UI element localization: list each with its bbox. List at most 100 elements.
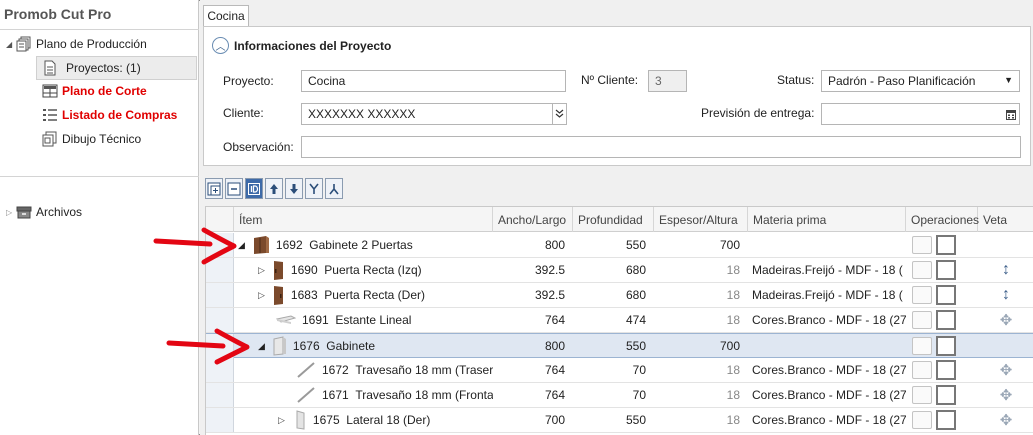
id-toggle-button[interactable] [245,178,263,199]
calendar-icon[interactable] [1006,109,1016,123]
item-id: 1691 [302,313,329,327]
table-row[interactable]: ▷ 1675 Lateral 18 (Der) 700 550 18 Cores… [206,408,1033,433]
header-profundidad[interactable]: Profundidad [573,207,654,232]
operation-edge-icon[interactable] [912,361,932,379]
table-row[interactable]: 1672 Travesaño 18 mm (Trasero 764 70 18 … [206,358,1033,383]
any-grain-icon[interactable]: ✥ [978,308,1033,332]
operation-edge-icon[interactable] [912,286,932,304]
list-icon [42,107,58,123]
status-value: Padrón - Paso Planificación [828,74,976,88]
tree-archivos[interactable]: ▷ Archivos [6,201,82,223]
any-grain-icon[interactable]: ✥ [978,383,1033,407]
row-handle[interactable] [206,383,234,407]
operation-edge-icon[interactable] [912,337,932,355]
header-item[interactable]: Ítem [234,207,493,232]
espesor-cell: 18 [726,313,740,327]
row-handle[interactable] [206,283,234,307]
ncliente-label: Nº Cliente: [581,73,639,87]
expand-triangle-icon[interactable]: ▷ [258,290,265,301]
header-espesor[interactable]: Espesor/Altura [654,207,748,232]
prevision-date-input[interactable] [821,103,1020,125]
operation-face-icon[interactable] [936,360,956,380]
tree-item-label: Plano de Corte [62,84,147,98]
door-icon [273,285,285,305]
operation-edge-icon[interactable] [912,236,932,254]
operation-edge-icon[interactable] [912,261,932,279]
veta-cell[interactable] [978,334,1033,358]
profundidad-cell: 680 [625,263,646,277]
cabinet-icon [252,235,270,255]
expand-triangle-icon[interactable]: ▷ [258,265,265,276]
operation-face-icon[interactable] [936,260,956,280]
operation-face-icon[interactable] [936,385,956,405]
header-operaciones[interactable]: Operaciones [906,207,979,232]
collapse-chevron-icon[interactable]: ︿ [212,37,229,54]
ancho-cell: 800 [544,238,565,252]
expand-triangle-icon[interactable]: ▷ [6,208,16,217]
app-title: Promob Cut Pro [4,6,112,22]
table-row[interactable]: 1671 Travesaño 18 mm (Frontal 764 70 18 … [206,383,1033,408]
ancho-cell: 800 [544,339,565,353]
tree-item-dibujo-tecnico[interactable]: Dibujo Técnico [42,128,141,150]
operation-face-icon[interactable] [936,235,956,255]
ncliente-input: 3 [648,70,687,92]
veta-cell[interactable] [978,233,1033,257]
any-grain-icon[interactable]: ✥ [978,408,1033,432]
operation-edge-icon[interactable] [912,411,932,429]
table-row[interactable]: 1691 Estante Lineal 764 474 18 Cores.Bra… [206,308,1033,333]
table-row[interactable]: ▷ 1690 Puerta Recta (Izq) 392.5 680 18 M… [206,258,1033,283]
archive-box-icon [16,204,32,220]
double-chevron-down-icon[interactable] [552,104,566,124]
operation-face-icon[interactable] [936,410,956,430]
tree-item-listado-de-compras[interactable]: Listado de Compras [42,104,177,126]
collapse-triangle-icon[interactable]: ◢ [6,40,16,49]
collapse-triangle-icon[interactable]: ◢ [258,341,265,352]
merge-button[interactable] [305,178,323,199]
shelf-icon [276,315,296,325]
header-veta[interactable]: Veta [978,207,1033,232]
item-cell: 1671 Travesaño 18 mm (Frontal [296,383,493,407]
move-up-button[interactable] [265,178,283,199]
observacion-input[interactable] [301,136,1021,158]
operation-face-icon[interactable] [936,310,956,330]
tree-archivos-label: Archivos [36,205,83,219]
operation-edge-icon[interactable] [912,311,932,329]
dropdown-arrow-icon[interactable]: ▼ [1004,75,1013,85]
vertical-grain-icon[interactable]: ↕ [978,283,1033,307]
expand-triangle-icon[interactable]: ▷ [278,415,285,426]
status-dropdown[interactable]: Padrón - Paso Planificación ▼ [821,70,1020,92]
tree-root[interactable]: ◢ Plano de Producción [6,33,147,55]
rail-icon [296,362,316,378]
header-ancho[interactable]: Ancho/Largo [493,207,573,232]
cabinet-icon [273,336,287,356]
proyecto-input[interactable]: Cocina [301,70,566,92]
operation-edge-icon[interactable] [912,386,932,404]
split-button[interactable] [325,178,343,199]
profundidad-cell: 680 [625,288,646,302]
row-handle[interactable] [206,408,234,432]
operation-face-icon[interactable] [936,336,956,356]
table-row[interactable]: ◢ 1676 Gabinete 800 550 700 [206,333,1033,358]
header-materia[interactable]: Materia prima [748,207,906,232]
collapse-all-button[interactable] [225,178,243,199]
expand-all-button[interactable] [205,178,223,199]
vertical-grain-icon[interactable]: ↕ [978,258,1033,282]
table-row[interactable]: ▷ 1683 Puerta Recta (Der) 392.5 680 18 M… [206,283,1033,308]
right-panel: Cocina ︿ Informaciones del Proyecto Proy… [200,0,1033,435]
item-id: 1690 [290,263,318,277]
observacion-label: Observación: [223,140,294,154]
item-id: 1671 [322,388,349,402]
operation-face-icon[interactable] [936,285,956,305]
tree-item-label: Proyectos: (1) [66,61,141,75]
table-row[interactable]: ◢ 1692 Gabinete 2 Puertas 800 550 700 [206,233,1033,258]
tab-cocina[interactable]: Cocina [203,5,249,26]
any-grain-icon[interactable]: ✥ [978,358,1033,382]
tree-item-proyectos[interactable]: Proyectos: (1) [42,57,141,79]
tree-item-plano-de-corte[interactable]: Plano de Corte [42,80,147,102]
espesor-cell: 700 [719,339,740,353]
grid-header: Ítem Ancho/Largo Profundidad Espesor/Alt… [206,207,1033,232]
divider [0,176,199,177]
profundidad-cell: 70 [632,363,646,377]
cliente-combo[interactable]: XXXXXXX XXXXXX [301,103,567,125]
move-down-button[interactable] [285,178,303,199]
